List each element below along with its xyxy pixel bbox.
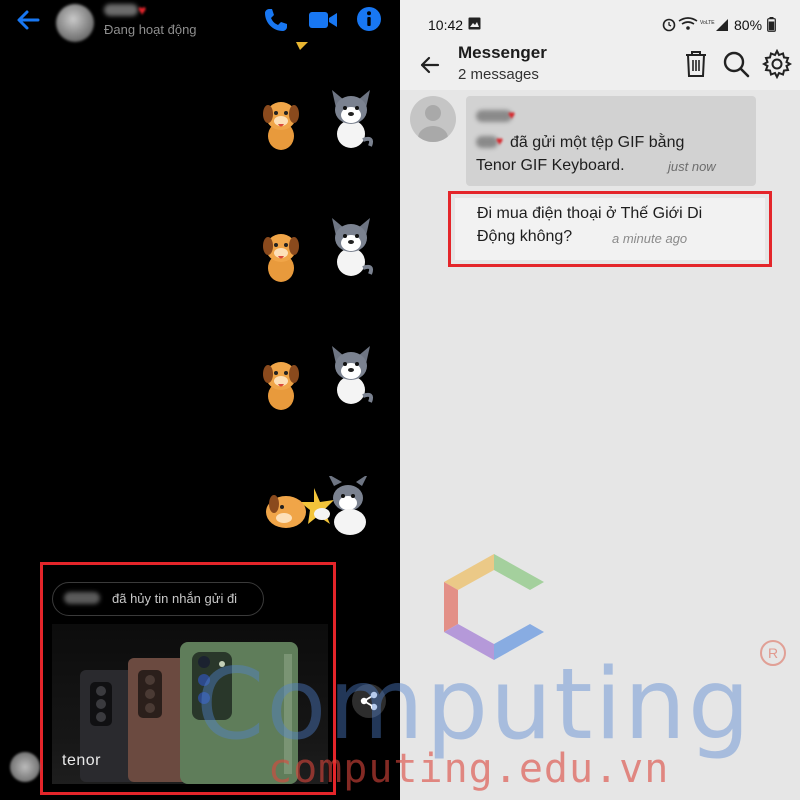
sender-avatar	[410, 96, 456, 142]
watermark-word: Computing	[196, 648, 753, 762]
heart-icon: ♥	[496, 134, 504, 148]
battery-percent: 80%	[734, 17, 763, 33]
message-timestamp: just now	[668, 159, 716, 174]
contact-avatar[interactable]	[56, 4, 94, 42]
clock: 10:42	[428, 17, 464, 33]
svg-text:VoLTE: VoLTE	[700, 20, 715, 26]
search-icon[interactable]	[722, 50, 750, 78]
dog-sticker	[263, 102, 299, 150]
status-bar: 10:42 VoLTE 80%	[400, 0, 800, 40]
dog-sticker	[263, 362, 299, 410]
computing-logo-watermark	[444, 554, 544, 660]
notification-message-card[interactable]: ♥ ♥ đã gửi một tệp GIF bằng Tenor GIF Ke…	[466, 96, 756, 186]
back-arrow-icon[interactable]	[418, 53, 442, 77]
person-icon	[418, 105, 448, 142]
gallery-icon	[468, 17, 481, 30]
recovered-message-card[interactable]: Đi mua điện thoại ở Thế Giới Di Động khô…	[455, 198, 765, 260]
message-text-line: Động không?	[477, 228, 573, 245]
sender-name-blurred	[476, 110, 512, 122]
page-title: Messenger	[458, 43, 547, 62]
phone-icon[interactable]	[262, 6, 290, 34]
gear-icon[interactable]	[762, 49, 792, 79]
message-text-line: Đi mua điện thoại ở Thế Giới Di	[477, 205, 703, 222]
system-status-icons: VoLTE	[662, 17, 728, 32]
video-camera-icon[interactable]	[308, 8, 338, 32]
back-arrow-icon[interactable]	[14, 6, 42, 34]
unsent-notice-text: đã hủy tin nhắn gửi đi	[112, 591, 238, 606]
contact-status: Đang hoạt động	[104, 22, 197, 37]
sender-name-blurred	[476, 136, 498, 148]
info-icon[interactable]	[356, 6, 382, 32]
app-header: Messenger 2 messages	[400, 40, 800, 90]
dog-husky-fist-bump-sticker	[266, 476, 367, 535]
sticker-fragment	[296, 42, 308, 50]
contact-small-avatar	[10, 752, 40, 782]
message-text-line: đã gửi một tệp GIF bằng	[510, 134, 685, 151]
battery-icon	[767, 17, 776, 32]
trash-icon[interactable]	[684, 50, 708, 78]
husky-sticker	[332, 90, 374, 148]
message-count: 2 messages	[458, 66, 539, 83]
husky-sticker	[332, 346, 374, 404]
dog-sticker	[263, 234, 299, 282]
watermark-url: computing.edu.vn	[268, 746, 670, 792]
registered-mark: R	[760, 640, 786, 666]
sender-name-blurred	[64, 592, 100, 604]
husky-sticker	[332, 218, 374, 276]
tenor-brand-label: tenor	[62, 752, 101, 769]
contact-name-blurred	[104, 4, 138, 16]
message-timestamp: a minute ago	[612, 231, 688, 246]
heart-icon: ♥	[508, 108, 516, 122]
heart-icon: ♥	[138, 2, 147, 18]
message-text-line: Tenor GIF Keyboard.	[476, 157, 625, 174]
